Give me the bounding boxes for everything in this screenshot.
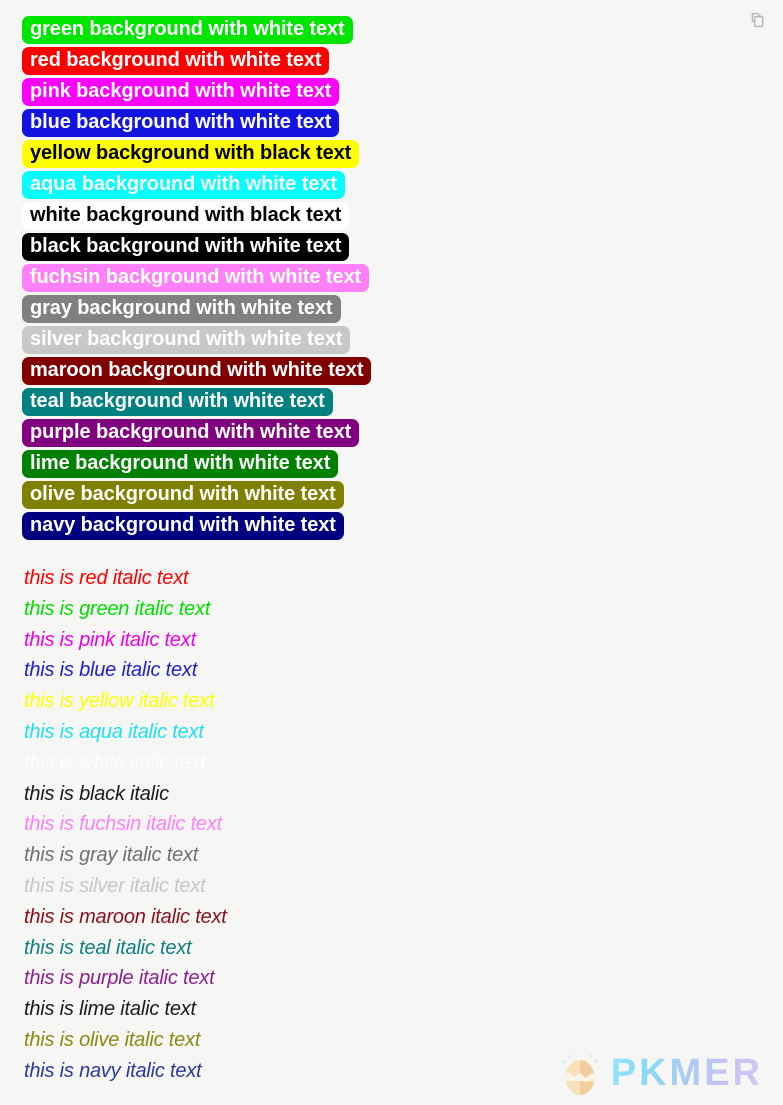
italic-red: this is red italic text [24, 567, 189, 589]
italic-row: this is lime italic text [0, 996, 783, 1027]
highlight-silver: silver background with white text [22, 326, 351, 354]
italic-list: this is red italic text this is green it… [0, 565, 783, 1089]
italic-gray: this is gray italic text [24, 844, 199, 867]
highlight-row: yellow background with black text [0, 140, 783, 171]
highlight-row: aqua background with white text [0, 171, 783, 202]
italic-aqua: this is aqua italic text [24, 720, 204, 743]
italic-row: this is gray italic text [0, 842, 783, 873]
highlight-maroon: maroon background with white text [22, 357, 372, 385]
italic-row: this is red italic text [0, 565, 783, 596]
highlight-row: navy background with white text [0, 512, 783, 543]
italic-row: this is fuchsin italic text [0, 811, 783, 842]
italic-row: this is maroon italic text [0, 904, 783, 935]
italic-row: this is black italic [0, 781, 783, 812]
highlight-fuchsin: fuchsin background with white text [22, 264, 370, 292]
highlight-row: white background with black text [0, 202, 783, 233]
egg-logo-icon [559, 1049, 601, 1097]
italic-green: this is green italic text [24, 597, 211, 620]
highlight-lime: lime background with white text [22, 450, 339, 478]
highlight-blue: blue background with white text [22, 109, 340, 137]
italic-blue: this is blue italic text [24, 659, 198, 682]
pkmer-branding: PKMER [559, 1049, 763, 1097]
italic-yellow: this is yellow italic text [24, 690, 215, 713]
italic-fuchsin: this is fuchsin italic text [24, 813, 223, 836]
italic-maroon: this is maroon italic text [24, 905, 227, 928]
highlight-purple: purple background with white text [22, 419, 360, 447]
italic-row: this is yellow italic text [0, 688, 783, 719]
italic-row: this is aqua italic text [0, 719, 783, 750]
highlight-row: maroon background with white text [0, 357, 783, 388]
highlight-row: pink background with white text [0, 78, 783, 109]
highlight-olive: olive background with white text [22, 481, 344, 509]
highlight-yellow: yellow background with black text [22, 140, 360, 168]
italic-row: this is white italic text [0, 750, 783, 781]
pkmer-wordmark: PKMER [610, 1052, 763, 1094]
italic-row: this is teal italic text [0, 935, 783, 966]
highlight-pink: pink background with white text [22, 78, 340, 106]
italic-olive: this is olive italic text [24, 1028, 201, 1051]
highlight-row: lime background with white text [0, 450, 783, 481]
italic-lime: this is lime italic text [24, 998, 196, 1021]
highlight-list: green background with white text red bac… [0, 16, 783, 543]
italic-row: this is green italic text [0, 596, 783, 627]
italic-silver: this is silver italic text [24, 874, 206, 897]
italic-row: this is silver italic text [0, 873, 783, 904]
italic-pink: this is pink italic text [24, 628, 196, 651]
highlight-teal: teal background with white text [22, 388, 333, 416]
italic-purple: this is purple italic text [24, 967, 215, 990]
highlight-row: teal background with white text [0, 388, 783, 419]
highlight-green: green background with white text [22, 16, 353, 44]
highlight-gray: gray background with white text [22, 295, 341, 323]
highlight-aqua: aqua background with white text [22, 171, 345, 199]
highlight-red: red background with white text [22, 47, 330, 75]
highlight-row: silver background with white text [0, 326, 783, 357]
italic-row: this is blue italic text [0, 657, 783, 688]
italic-white: this is white italic text [24, 751, 206, 774]
italic-navy: this is navy italic text [24, 1059, 202, 1082]
italic-row: this is purple italic text [0, 965, 783, 996]
highlight-row: red background with white text [0, 47, 783, 78]
highlight-row: olive background with white text [0, 481, 783, 512]
highlight-navy: navy background with white text [22, 512, 344, 540]
italic-row: this is pink italic text [0, 627, 783, 658]
highlight-black: black background with white text [22, 233, 350, 261]
highlight-row: gray background with white text [0, 295, 783, 326]
highlight-row: black background with white text [0, 233, 783, 264]
highlight-row: green background with white text [0, 16, 783, 47]
highlight-row: purple background with white text [0, 419, 783, 450]
italic-teal: this is teal italic text [24, 936, 192, 959]
highlight-row: blue background with white text [0, 109, 783, 140]
italic-black: this is black italic [24, 782, 169, 805]
highlight-white: white background with black text [22, 202, 350, 230]
highlight-row: fuchsin background with white text [0, 264, 783, 295]
